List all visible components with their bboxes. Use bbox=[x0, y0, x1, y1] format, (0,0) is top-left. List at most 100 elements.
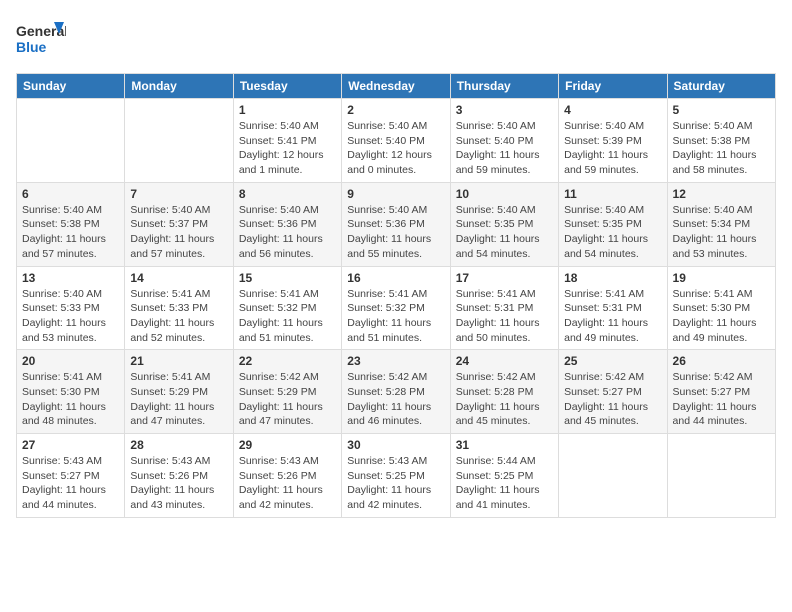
day-number: 23 bbox=[347, 354, 444, 368]
day-info: Sunrise: 5:40 AM Sunset: 5:34 PM Dayligh… bbox=[673, 203, 770, 262]
header-saturday: Saturday bbox=[667, 74, 775, 99]
day-info: Sunrise: 5:40 AM Sunset: 5:40 PM Dayligh… bbox=[456, 119, 553, 178]
calendar-cell: 24 Sunrise: 5:42 AM Sunset: 5:28 PM Dayli… bbox=[450, 350, 558, 434]
calendar-cell: 3 Sunrise: 5:40 AM Sunset: 5:40 PM Daylig… bbox=[450, 99, 558, 183]
day-info: Sunrise: 5:41 AM Sunset: 5:32 PM Dayligh… bbox=[347, 287, 444, 346]
day-info: Sunrise: 5:41 AM Sunset: 5:30 PM Dayligh… bbox=[22, 370, 119, 429]
week-row-3: 20 Sunrise: 5:41 AM Sunset: 5:30 PM Dayli… bbox=[17, 350, 776, 434]
day-info: Sunrise: 5:40 AM Sunset: 5:33 PM Dayligh… bbox=[22, 287, 119, 346]
day-info: Sunrise: 5:42 AM Sunset: 5:29 PM Dayligh… bbox=[239, 370, 336, 429]
day-info: Sunrise: 5:41 AM Sunset: 5:30 PM Dayligh… bbox=[673, 287, 770, 346]
day-info: Sunrise: 5:40 AM Sunset: 5:39 PM Dayligh… bbox=[564, 119, 661, 178]
calendar-table: SundayMondayTuesdayWednesdayThursdayFrid… bbox=[16, 73, 776, 518]
header-tuesday: Tuesday bbox=[233, 74, 341, 99]
calendar-cell: 12Sunrise: 5:40 AM Sunset: 5:34 PM Dayli… bbox=[667, 182, 775, 266]
day-number: 4 bbox=[564, 103, 661, 117]
day-number: 13 bbox=[22, 271, 119, 285]
day-info: Sunrise: 5:43 AM Sunset: 5:26 PM Dayligh… bbox=[239, 454, 336, 513]
day-info: Sunrise: 5:42 AM Sunset: 5:27 PM Dayligh… bbox=[673, 370, 770, 429]
day-number: 19 bbox=[673, 271, 770, 285]
calendar-cell bbox=[667, 434, 775, 518]
header-wednesday: Wednesday bbox=[342, 74, 450, 99]
calendar-cell: 7 Sunrise: 5:40 AM Sunset: 5:37 PM Daylig… bbox=[125, 182, 233, 266]
day-info: Sunrise: 5:43 AM Sunset: 5:27 PM Dayligh… bbox=[22, 454, 119, 513]
day-info: Sunrise: 5:42 AM Sunset: 5:28 PM Dayligh… bbox=[347, 370, 444, 429]
day-number: 30 bbox=[347, 438, 444, 452]
calendar-cell: 21Sunrise: 5:41 AM Sunset: 5:29 PM Dayli… bbox=[125, 350, 233, 434]
week-row-2: 13 Sunrise: 5:40 AM Sunset: 5:33 PM Dayli… bbox=[17, 266, 776, 350]
day-number: 7 bbox=[130, 187, 227, 201]
calendar-cell: 13 Sunrise: 5:40 AM Sunset: 5:33 PM Dayli… bbox=[17, 266, 125, 350]
day-number: 28 bbox=[130, 438, 227, 452]
day-number: 11 bbox=[564, 187, 661, 201]
calendar-cell: 20 Sunrise: 5:41 AM Sunset: 5:30 PM Dayli… bbox=[17, 350, 125, 434]
day-number: 16 bbox=[347, 271, 444, 285]
day-info: Sunrise: 5:44 AM Sunset: 5:25 PM Dayligh… bbox=[456, 454, 553, 513]
day-number: 26 bbox=[673, 354, 770, 368]
calendar-cell: 5 Sunrise: 5:40 AM Sunset: 5:38 PM Daylig… bbox=[667, 99, 775, 183]
day-info: Sunrise: 5:43 AM Sunset: 5:26 PM Dayligh… bbox=[130, 454, 227, 513]
logo: GeneralBlue bbox=[16, 16, 66, 61]
calendar-cell: 16 Sunrise: 5:41 AM Sunset: 5:32 PM Dayli… bbox=[342, 266, 450, 350]
svg-text:Blue: Blue bbox=[16, 39, 47, 55]
day-number: 10 bbox=[456, 187, 553, 201]
week-row-1: 6 Sunrise: 5:40 AM Sunset: 5:38 PM Daylig… bbox=[17, 182, 776, 266]
day-number: 2 bbox=[347, 103, 444, 117]
calendar-cell: 29Sunrise: 5:43 AM Sunset: 5:26 PM Dayli… bbox=[233, 434, 341, 518]
day-number: 3 bbox=[456, 103, 553, 117]
calendar-cell: 19 Sunrise: 5:41 AM Sunset: 5:30 PM Dayli… bbox=[667, 266, 775, 350]
calendar-cell: 15Sunrise: 5:41 AM Sunset: 5:32 PM Dayli… bbox=[233, 266, 341, 350]
calendar-cell: 27 Sunrise: 5:43 AM Sunset: 5:27 PM Dayli… bbox=[17, 434, 125, 518]
week-row-0: 1Sunrise: 5:40 AM Sunset: 5:41 PM Daylig… bbox=[17, 99, 776, 183]
header-thursday: Thursday bbox=[450, 74, 558, 99]
calendar-cell: 1Sunrise: 5:40 AM Sunset: 5:41 PM Daylig… bbox=[233, 99, 341, 183]
calendar-cell: 2 Sunrise: 5:40 AM Sunset: 5:40 PM Daylig… bbox=[342, 99, 450, 183]
calendar-cell: 22 Sunrise: 5:42 AM Sunset: 5:29 PM Dayli… bbox=[233, 350, 341, 434]
calendar-cell: 28 Sunrise: 5:43 AM Sunset: 5:26 PM Dayli… bbox=[125, 434, 233, 518]
day-number: 6 bbox=[22, 187, 119, 201]
day-info: Sunrise: 5:40 AM Sunset: 5:38 PM Dayligh… bbox=[22, 203, 119, 262]
day-info: Sunrise: 5:40 AM Sunset: 5:40 PM Dayligh… bbox=[347, 119, 444, 178]
day-info: Sunrise: 5:40 AM Sunset: 5:37 PM Dayligh… bbox=[130, 203, 227, 262]
day-info: Sunrise: 5:41 AM Sunset: 5:31 PM Dayligh… bbox=[564, 287, 661, 346]
header-monday: Monday bbox=[125, 74, 233, 99]
day-info: Sunrise: 5:41 AM Sunset: 5:33 PM Dayligh… bbox=[130, 287, 227, 346]
day-info: Sunrise: 5:40 AM Sunset: 5:36 PM Dayligh… bbox=[239, 203, 336, 262]
calendar-cell: 31 Sunrise: 5:44 AM Sunset: 5:25 PM Dayli… bbox=[450, 434, 558, 518]
day-info: Sunrise: 5:40 AM Sunset: 5:35 PM Dayligh… bbox=[564, 203, 661, 262]
calendar-cell: 6 Sunrise: 5:40 AM Sunset: 5:38 PM Daylig… bbox=[17, 182, 125, 266]
day-number: 27 bbox=[22, 438, 119, 452]
day-info: Sunrise: 5:43 AM Sunset: 5:25 PM Dayligh… bbox=[347, 454, 444, 513]
day-info: Sunrise: 5:41 AM Sunset: 5:31 PM Dayligh… bbox=[456, 287, 553, 346]
calendar-cell: 18 Sunrise: 5:41 AM Sunset: 5:31 PM Dayli… bbox=[559, 266, 667, 350]
calendar-cell: 17Sunrise: 5:41 AM Sunset: 5:31 PM Dayli… bbox=[450, 266, 558, 350]
day-number: 5 bbox=[673, 103, 770, 117]
calendar-cell bbox=[17, 99, 125, 183]
calendar-cell: 14Sunrise: 5:41 AM Sunset: 5:33 PM Dayli… bbox=[125, 266, 233, 350]
calendar-cell: 8 Sunrise: 5:40 AM Sunset: 5:36 PM Daylig… bbox=[233, 182, 341, 266]
day-info: Sunrise: 5:40 AM Sunset: 5:38 PM Dayligh… bbox=[673, 119, 770, 178]
calendar-cell: 4 Sunrise: 5:40 AM Sunset: 5:39 PM Daylig… bbox=[559, 99, 667, 183]
day-number: 31 bbox=[456, 438, 553, 452]
day-number: 18 bbox=[564, 271, 661, 285]
calendar-cell: 9 Sunrise: 5:40 AM Sunset: 5:36 PM Daylig… bbox=[342, 182, 450, 266]
day-number: 22 bbox=[239, 354, 336, 368]
day-number: 8 bbox=[239, 187, 336, 201]
week-row-4: 27 Sunrise: 5:43 AM Sunset: 5:27 PM Dayli… bbox=[17, 434, 776, 518]
calendar-cell: 11 Sunrise: 5:40 AM Sunset: 5:35 PM Dayli… bbox=[559, 182, 667, 266]
calendar-cell: 10Sunrise: 5:40 AM Sunset: 5:35 PM Dayli… bbox=[450, 182, 558, 266]
day-number: 24 bbox=[456, 354, 553, 368]
day-number: 9 bbox=[347, 187, 444, 201]
header-row: SundayMondayTuesdayWednesdayThursdayFrid… bbox=[17, 74, 776, 99]
day-number: 25 bbox=[564, 354, 661, 368]
day-number: 15 bbox=[239, 271, 336, 285]
day-info: Sunrise: 5:42 AM Sunset: 5:28 PM Dayligh… bbox=[456, 370, 553, 429]
header-sunday: Sunday bbox=[17, 74, 125, 99]
page-header: GeneralBlue bbox=[16, 16, 776, 61]
header-friday: Friday bbox=[559, 74, 667, 99]
calendar-cell: 26 Sunrise: 5:42 AM Sunset: 5:27 PM Dayli… bbox=[667, 350, 775, 434]
day-info: Sunrise: 5:40 AM Sunset: 5:41 PM Dayligh… bbox=[239, 119, 336, 178]
day-number: 20 bbox=[22, 354, 119, 368]
day-info: Sunrise: 5:40 AM Sunset: 5:36 PM Dayligh… bbox=[347, 203, 444, 262]
calendar-cell bbox=[125, 99, 233, 183]
